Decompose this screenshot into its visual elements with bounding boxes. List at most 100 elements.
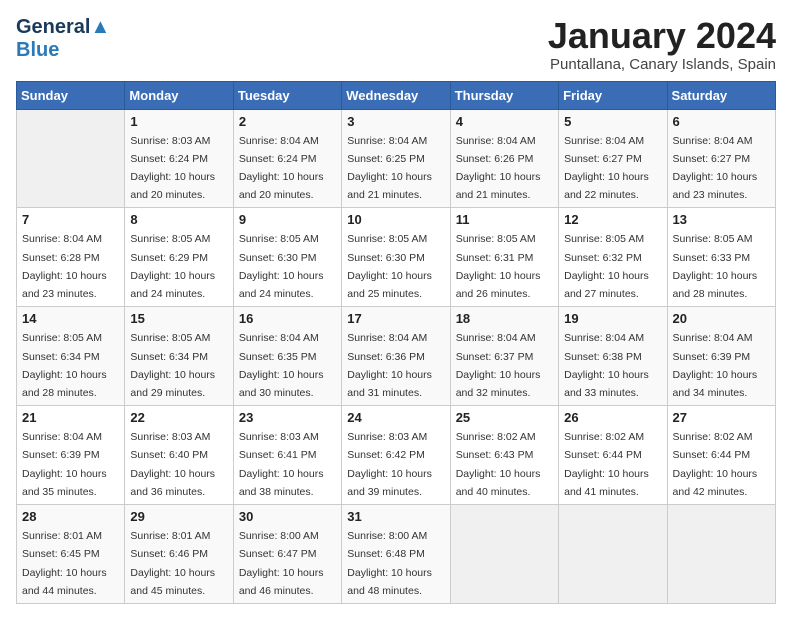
day-number: 2 <box>239 114 336 129</box>
calendar-cell: 23Sunrise: 8:03 AMSunset: 6:41 PMDayligh… <box>233 406 341 505</box>
day-info: Sunrise: 8:04 AMSunset: 6:27 PMDaylight:… <box>564 135 649 202</box>
day-number: 10 <box>347 212 444 227</box>
calendar-week-row: 1Sunrise: 8:03 AMSunset: 6:24 PMDaylight… <box>17 109 776 208</box>
day-number: 25 <box>456 410 553 425</box>
calendar-cell: 14Sunrise: 8:05 AMSunset: 6:34 PMDayligh… <box>17 307 125 406</box>
calendar-cell: 4 Sunrise: 8:04 AMSunset: 6:26 PMDaylight… <box>450 109 558 208</box>
calendar-cell: 10 Sunrise: 8:05 AMSunset: 6:30 PMDayligh… <box>342 208 450 307</box>
calendar-cell: 17 Sunrise: 8:04 AMSunset: 6:36 PMDayligh… <box>342 307 450 406</box>
calendar-cell <box>17 109 125 208</box>
calendar-cell: 31Sunrise: 8:00 AMSunset: 6:48 PMDayligh… <box>342 505 450 604</box>
calendar-cell: 22 Sunrise: 8:03 AMSunset: 6:40 PMDayligh… <box>125 406 233 505</box>
calendar-table: SundayMondayTuesdayWednesdayThursdayFrid… <box>16 81 776 604</box>
day-info: Sunrise: 8:02 AMSunset: 6:44 PMDaylight:… <box>564 431 649 498</box>
calendar-week-row: 28Sunrise: 8:01 AMSunset: 6:45 PMDayligh… <box>17 505 776 604</box>
day-info: Sunrise: 8:04 AMSunset: 6:27 PMDaylight:… <box>673 135 758 202</box>
day-number: 11 <box>456 212 553 227</box>
day-info: Sunrise: 8:04 AMSunset: 6:28 PMDaylight:… <box>22 233 107 300</box>
day-info: Sunrise: 8:04 AMSunset: 6:26 PMDaylight:… <box>456 135 541 202</box>
day-number: 26 <box>564 410 661 425</box>
calendar-cell: 2 Sunrise: 8:04 AMSunset: 6:24 PMDaylight… <box>233 109 341 208</box>
day-info: Sunrise: 8:00 AMSunset: 6:47 PMDaylight:… <box>239 530 324 597</box>
day-number: 31 <box>347 509 444 524</box>
calendar-cell: 15 Sunrise: 8:05 AMSunset: 6:34 PMDayligh… <box>125 307 233 406</box>
day-number: 15 <box>130 311 227 326</box>
calendar-cell: 24 Sunrise: 8:03 AMSunset: 6:42 PMDayligh… <box>342 406 450 505</box>
day-number: 1 <box>130 114 227 129</box>
day-info: Sunrise: 8:04 AMSunset: 6:24 PMDaylight:… <box>239 135 324 202</box>
header: General▲ Blue January 2024 Puntallana, C… <box>16 16 776 73</box>
calendar-cell: 21 Sunrise: 8:04 AMSunset: 6:39 PMDayligh… <box>17 406 125 505</box>
calendar-week-row: 21 Sunrise: 8:04 AMSunset: 6:39 PMDayligh… <box>17 406 776 505</box>
day-info: Sunrise: 8:04 AMSunset: 6:39 PMDaylight:… <box>22 431 107 498</box>
day-info: Sunrise: 8:02 AMSunset: 6:44 PMDaylight:… <box>673 431 758 498</box>
day-number: 19 <box>564 311 661 326</box>
day-info: Sunrise: 8:03 AMSunset: 6:40 PMDaylight:… <box>130 431 215 498</box>
day-number: 18 <box>456 311 553 326</box>
header-day-friday: Friday <box>559 81 667 109</box>
day-number: 23 <box>239 410 336 425</box>
calendar-cell: 3 Sunrise: 8:04 AMSunset: 6:25 PMDaylight… <box>342 109 450 208</box>
day-info: Sunrise: 8:05 AMSunset: 6:32 PMDaylight:… <box>564 233 649 300</box>
day-number: 3 <box>347 114 444 129</box>
day-info: Sunrise: 8:04 AMSunset: 6:39 PMDaylight:… <box>673 332 758 399</box>
day-info: Sunrise: 8:05 AMSunset: 6:30 PMDaylight:… <box>347 233 432 300</box>
calendar-cell: 18Sunrise: 8:04 AMSunset: 6:37 PMDayligh… <box>450 307 558 406</box>
calendar-cell: 20 Sunrise: 8:04 AMSunset: 6:39 PMDayligh… <box>667 307 775 406</box>
calendar-cell: 19 Sunrise: 8:04 AMSunset: 6:38 PMDayligh… <box>559 307 667 406</box>
logo-bird-icon: ▲ <box>90 16 110 38</box>
calendar-cell: 30 Sunrise: 8:00 AMSunset: 6:47 PMDayligh… <box>233 505 341 604</box>
day-info: Sunrise: 8:04 AMSunset: 6:36 PMDaylight:… <box>347 332 432 399</box>
day-info: Sunrise: 8:03 AMSunset: 6:42 PMDaylight:… <box>347 431 432 498</box>
day-number: 29 <box>130 509 227 524</box>
header-day-tuesday: Tuesday <box>233 81 341 109</box>
calendar-cell: 16Sunrise: 8:04 AMSunset: 6:35 PMDayligh… <box>233 307 341 406</box>
logo: General▲ Blue <box>16 16 110 62</box>
calendar-cell <box>450 505 558 604</box>
day-info: Sunrise: 8:04 AMSunset: 6:25 PMDaylight:… <box>347 135 432 202</box>
calendar-cell: 28Sunrise: 8:01 AMSunset: 6:45 PMDayligh… <box>17 505 125 604</box>
day-number: 24 <box>347 410 444 425</box>
calendar-cell: 26 Sunrise: 8:02 AMSunset: 6:44 PMDayligh… <box>559 406 667 505</box>
calendar-cell: 6Sunrise: 8:04 AMSunset: 6:27 PMDaylight… <box>667 109 775 208</box>
month-year-title: January 2024 <box>548 16 776 56</box>
day-info: Sunrise: 8:02 AMSunset: 6:43 PMDaylight:… <box>456 431 541 498</box>
day-number: 13 <box>673 212 770 227</box>
header-day-monday: Monday <box>125 81 233 109</box>
day-number: 20 <box>673 311 770 326</box>
calendar-cell <box>667 505 775 604</box>
calendar-cell: 29 Sunrise: 8:01 AMSunset: 6:46 PMDayligh… <box>125 505 233 604</box>
day-number: 8 <box>130 212 227 227</box>
day-number: 14 <box>22 311 119 326</box>
day-number: 30 <box>239 509 336 524</box>
day-number: 9 <box>239 212 336 227</box>
day-info: Sunrise: 8:01 AMSunset: 6:45 PMDaylight:… <box>22 530 107 597</box>
calendar-week-row: 14 Sunrise: 8:05 AMSunset: 6:34 PMDayligh… <box>17 307 776 406</box>
day-number: 12 <box>564 212 661 227</box>
header-day-thursday: Thursday <box>450 81 558 109</box>
day-number: 22 <box>130 410 227 425</box>
calendar-cell: 5Sunrise: 8:04 AMSunset: 6:27 PMDaylight… <box>559 109 667 208</box>
calendar-cell: 25 Sunrise: 8:02 AMSunset: 6:43 PMDayligh… <box>450 406 558 505</box>
day-info: Sunrise: 8:05 AMSunset: 6:31 PMDaylight:… <box>456 233 541 300</box>
calendar-cell: 7Sunrise: 8:04 AMSunset: 6:28 PMDaylight… <box>17 208 125 307</box>
logo-blue-text: Blue <box>16 39 59 61</box>
day-info: Sunrise: 8:04 AMSunset: 6:38 PMDaylight:… <box>564 332 649 399</box>
calendar-cell: 8Sunrise: 8:05 AMSunset: 6:29 PMDaylight… <box>125 208 233 307</box>
calendar-cell: 27Sunrise: 8:02 AMSunset: 6:44 PMDayligh… <box>667 406 775 505</box>
day-number: 4 <box>456 114 553 129</box>
day-number: 21 <box>22 410 119 425</box>
calendar-cell: 13Sunrise: 8:05 AMSunset: 6:33 PMDayligh… <box>667 208 775 307</box>
day-info: Sunrise: 8:01 AMSunset: 6:46 PMDaylight:… <box>130 530 215 597</box>
header-day-saturday: Saturday <box>667 81 775 109</box>
day-info: Sunrise: 8:05 AMSunset: 6:30 PMDaylight:… <box>239 233 324 300</box>
day-number: 17 <box>347 311 444 326</box>
day-info: Sunrise: 8:05 AMSunset: 6:34 PMDaylight:… <box>130 332 215 399</box>
calendar-cell: 11 Sunrise: 8:05 AMSunset: 6:31 PMDayligh… <box>450 208 558 307</box>
calendar-week-row: 7Sunrise: 8:04 AMSunset: 6:28 PMDaylight… <box>17 208 776 307</box>
header-day-sunday: Sunday <box>17 81 125 109</box>
day-number: 16 <box>239 311 336 326</box>
logo-general-text: General <box>16 16 90 38</box>
location-subtitle: Puntallana, Canary Islands, Spain <box>548 56 776 73</box>
calendar-cell <box>559 505 667 604</box>
